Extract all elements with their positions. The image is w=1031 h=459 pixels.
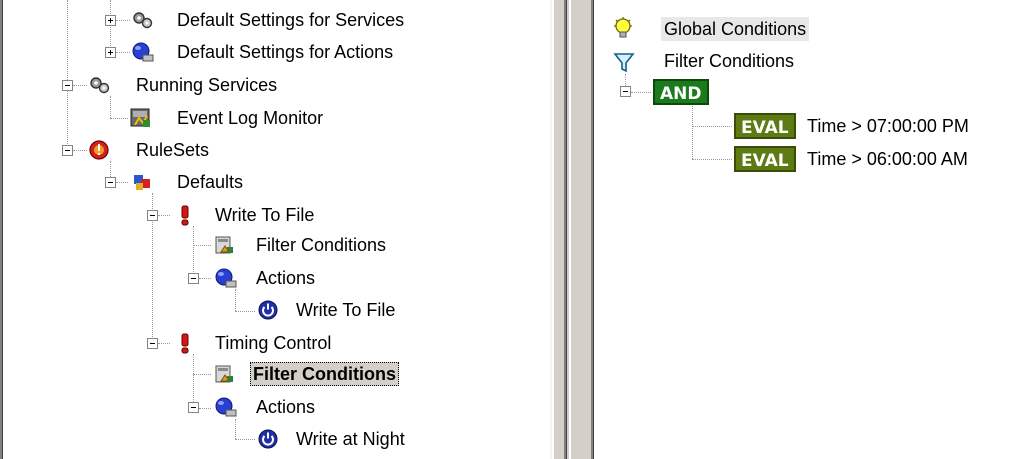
tree-line	[235, 419, 236, 439]
tree-item-actions[interactable]: Actions	[256, 267, 315, 289]
collapse-button[interactable]	[188, 402, 199, 413]
splitter-edge	[569, 0, 571, 459]
actions-icon	[214, 396, 237, 418]
event-log-icon	[129, 107, 151, 129]
tree-line	[110, 0, 111, 52]
gears-icon	[88, 74, 110, 96]
tree-line	[193, 245, 211, 246]
condition-expression[interactable]: Time > 06:00:00 AM	[807, 148, 968, 170]
tree-line	[631, 92, 651, 93]
tree-line	[73, 150, 87, 151]
tree-item-default-settings-services[interactable]: Default Settings for Services	[177, 9, 404, 31]
tree-item-filter-conditions[interactable]: Filter Conditions	[256, 234, 386, 256]
lightbulb-icon	[611, 16, 633, 38]
collapse-button[interactable]	[188, 273, 199, 284]
pane-splitter[interactable]	[552, 0, 591, 459]
splitter-edge	[566, 0, 567, 459]
tree-line	[692, 126, 732, 127]
tree-item-action-write-to-file[interactable]: Write To File	[296, 299, 395, 321]
eval-condition-badge[interactable]: EVAL	[734, 113, 796, 139]
tree-line	[110, 118, 128, 119]
collapse-button[interactable]	[147, 338, 158, 349]
condition-expression[interactable]: Time > 07:00:00 PM	[807, 115, 969, 137]
expand-button[interactable]	[105, 15, 116, 26]
collapse-button[interactable]	[147, 210, 158, 221]
tree-item-rule-write-to-file[interactable]: Write To File	[215, 204, 314, 226]
tree-line	[199, 278, 211, 279]
configuration-tree-pane[interactable]: Default Settings for Services Default Se…	[0, 0, 552, 459]
collapse-button[interactable]	[620, 86, 631, 97]
tree-line	[235, 311, 255, 312]
tree-item-action-write-at-night[interactable]: Write at Night	[296, 428, 405, 450]
and-operator-node[interactable]: AND	[653, 79, 709, 105]
tree-line	[110, 96, 111, 118]
filter-conditions-node[interactable]: Filter Conditions	[664, 50, 794, 72]
tree-line	[158, 343, 170, 344]
rulesets-icon	[88, 139, 110, 161]
tree-line	[692, 159, 732, 160]
collapse-button[interactable]	[62, 145, 73, 156]
tree-line	[235, 289, 236, 311]
tree-line	[116, 182, 128, 183]
tree-line	[692, 103, 693, 159]
tree-line	[193, 354, 194, 408]
eval-condition-badge[interactable]: EVAL	[734, 146, 796, 172]
tree-item-rulesets[interactable]: RuleSets	[136, 139, 209, 161]
collapse-button[interactable]	[62, 80, 73, 91]
tree-item-rule-timing-control[interactable]: Timing Control	[215, 332, 331, 354]
tree-line	[199, 408, 211, 409]
filter-conditions-icon	[213, 234, 235, 256]
tree-line	[193, 226, 194, 278]
tree-line	[158, 215, 170, 216]
filter-conditions-icon	[213, 363, 235, 385]
tree-item-defaults[interactable]: Defaults	[177, 171, 243, 193]
tree-line	[193, 374, 211, 375]
tree-item-actions-2[interactable]: Actions	[256, 396, 315, 418]
collapse-button[interactable]	[105, 177, 116, 188]
tree-item-default-settings-actions[interactable]: Default Settings for Actions	[177, 41, 393, 63]
tree-line	[116, 20, 130, 21]
tree-item-running-services[interactable]: Running Services	[136, 74, 277, 96]
power-icon	[257, 428, 279, 450]
tree-item-event-log-monitor[interactable]: Event Log Monitor	[177, 107, 323, 129]
tree-item-filter-conditions-selected[interactable]: Filter Conditions	[250, 362, 399, 386]
power-icon	[257, 299, 279, 321]
splitter-edge	[552, 0, 554, 459]
tree-line	[625, 74, 626, 86]
actions-icon	[214, 267, 237, 289]
conditions-tree-pane[interactable]: Global Conditions Filter Conditions AND …	[591, 0, 1031, 459]
rule-icon	[174, 332, 196, 354]
ruleset-icon	[131, 171, 153, 193]
tree-line	[73, 85, 87, 86]
tree-line	[67, 0, 68, 150]
filter-icon	[612, 51, 635, 73]
rule-icon	[174, 204, 196, 226]
gears-icon	[131, 9, 153, 31]
expand-button[interactable]	[105, 47, 116, 58]
actions-icon	[131, 41, 154, 63]
global-conditions-node[interactable]: Global Conditions	[661, 17, 810, 41]
tree-line	[235, 439, 255, 440]
tree-line	[116, 52, 130, 53]
